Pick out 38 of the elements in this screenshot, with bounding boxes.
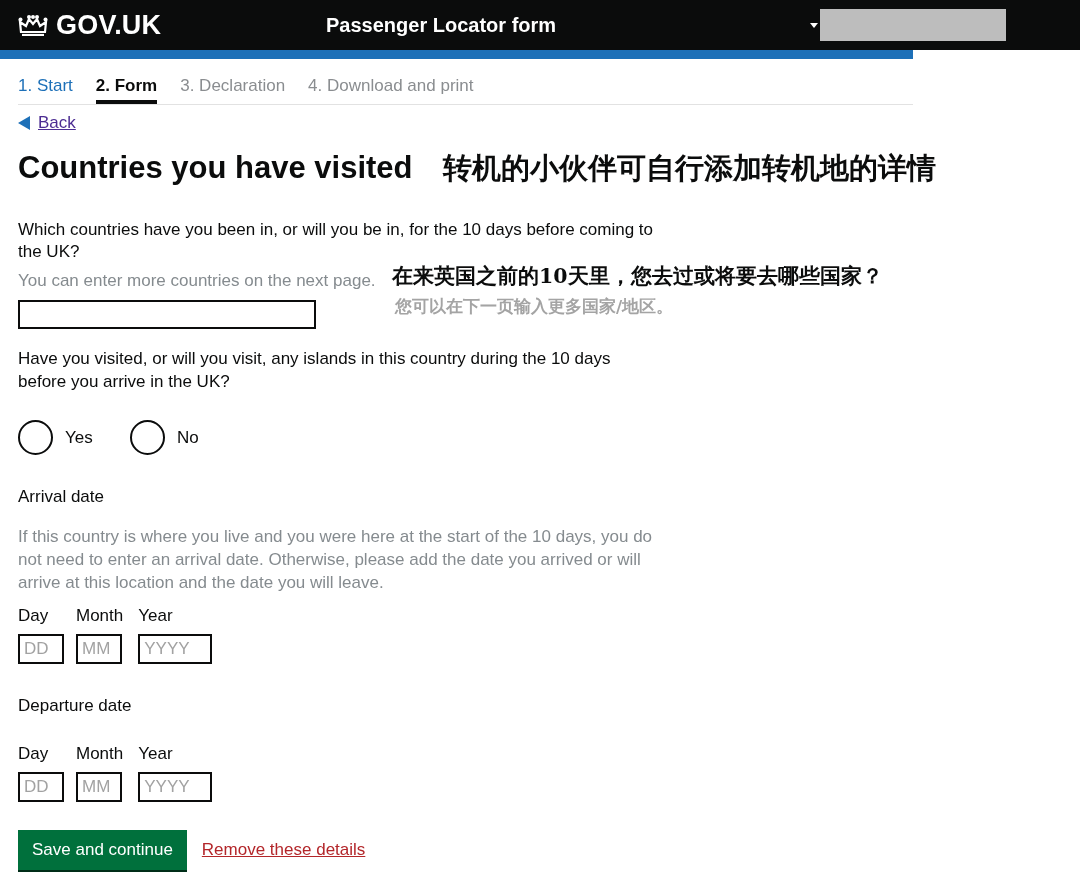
date-part-label: Year [138,743,173,765]
step-tab[interactable]: 3. Declaration [180,74,286,104]
date-part-label: Month [76,605,124,627]
caret-icon [810,22,818,28]
back-arrow-icon [18,116,30,130]
page-title: Countries you have visited [18,149,413,187]
save-and-continue-button[interactable]: Save and continue [18,830,187,870]
date-part-label: Day [18,743,49,765]
text-input[interactable] [18,300,316,329]
option-label[interactable]: No [177,426,199,449]
date-input[interactable]: DD [18,772,64,802]
radio-button[interactable] [18,420,53,455]
date-part-label: Month [76,743,124,765]
question-label: Departure date [18,695,133,717]
redacted-field[interactable] [820,9,1006,41]
hint-text: If this country is where you live and you were here at the start of the 10 days, you do not need to enter an arrival date. Otherwise, please add the date you arrived or will arrive at this location and the date you will leave. [18,526,654,594]
crown-icon [18,14,48,36]
remove-link[interactable]: Remove these details [201,840,366,860]
date-input[interactable]: YYYY [138,634,213,664]
date-part-label: Day [18,605,49,627]
date-part-label: Year [138,605,173,627]
radio-button[interactable] [130,420,165,455]
service-name[interactable]: Passenger Locator form [326,13,557,37]
translation-note: 转机的小伙伴可自行添加转机地的详情 [442,150,936,187]
back-link[interactable]: Back [18,112,76,134]
logo-link[interactable]: GOV.UK [18,9,162,41]
question-label: Which countries have you been in, or will you be in, for the 10 days before coming to the UK? [18,219,655,263]
translation-hint: 您可以在下一页输入更多国家/地区。 [395,295,674,317]
translation-note: 在来英国之前的10天里，您去过或将要去哪些国家？ [392,264,883,288]
hint-text: You can enter more countries on the next page. [18,270,376,292]
date-input[interactable]: MM [76,772,122,802]
question-label: Have you visited, or will you visit, any islands in this country during the 10 days before you arrive in the UK? [18,348,612,393]
date-input[interactable]: MM [76,634,122,664]
date-input[interactable]: YYYY [138,772,213,802]
date-input[interactable]: DD [18,634,64,664]
question-label: Arrival date [18,486,105,508]
step-tab[interactable]: 1. Start [18,74,73,104]
option-label[interactable]: Yes [65,426,93,449]
